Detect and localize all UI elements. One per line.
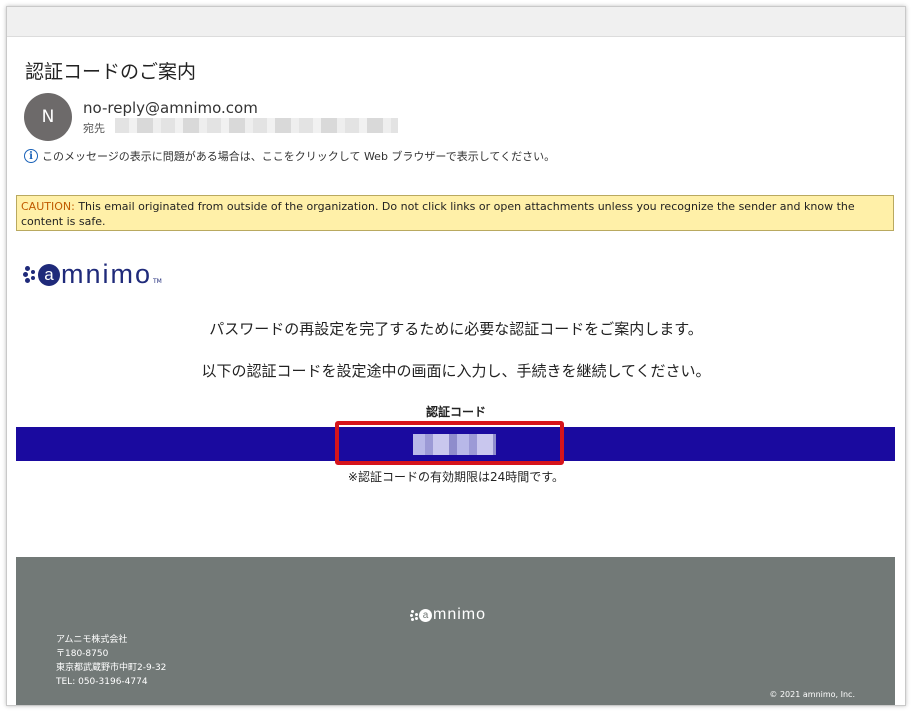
info-icon: i <box>24 149 38 163</box>
logo-letter-a: a <box>38 263 60 286</box>
amnimo-logo: a mnimo TM <box>23 259 162 290</box>
caution-banner: CAUTION: This email originated from outs… <box>16 195 894 231</box>
view-in-browser-notice[interactable]: i このメッセージの表示に問題がある場合は、ここをクリックして Web ブラウザ… <box>24 148 555 164</box>
recipient-redacted <box>115 118 398 133</box>
view-in-browser-text[interactable]: このメッセージの表示に問題がある場合は、ここをクリックして Web ブラウザーで… <box>42 148 555 164</box>
company-name: アムニモ株式会社 <box>56 635 128 645</box>
company-info: アムニモ株式会社 〒180-8750 東京都武蔵野市中町2-9-32 TEL: … <box>56 633 166 689</box>
message-line-1: パスワードの再設定を完了するために必要な認証コードをご案内します。 <box>209 320 703 338</box>
copyright: © 2021 amnimo, Inc. <box>769 690 855 699</box>
footer-logo: a mnimo <box>410 606 486 624</box>
window-toolbar <box>7 7 905 37</box>
footer-logo-wordmark: mnimo <box>433 606 487 623</box>
recipient-label: 宛先 <box>83 122 105 135</box>
message-line-2: 以下の認証コードを設定途中の画面に入力し、手続きを継続してください。 <box>201 362 711 380</box>
sender-avatar[interactable]: N <box>24 93 72 141</box>
logo-wordmark: mnimo <box>61 259 153 289</box>
email-window: 認証コードのご案内 N no-reply@amnimo.com 宛先 i このメ… <box>6 6 906 706</box>
highlight-box <box>335 421 564 465</box>
validity-note: ※認証コードの有効期限は24時間です。 <box>347 470 565 484</box>
sender-address[interactable]: no-reply@amnimo.com <box>83 99 258 117</box>
company-postal: 〒180-8750 <box>56 649 109 659</box>
caution-label: CAUTION: <box>21 200 75 213</box>
email-subject: 認証コードのご案内 <box>25 61 197 83</box>
logo-trademark: TM <box>153 278 162 285</box>
verification-code-label: 認証コード <box>425 405 486 419</box>
footer-logo-letter-a: a <box>419 608 432 622</box>
company-address: 東京都武蔵野市中町2-9-32 <box>56 663 167 673</box>
footer-logo-dots-icon <box>410 607 418 623</box>
email-footer: a mnimo アムニモ株式会社 〒180-8750 東京都武蔵野市中町2-9-… <box>16 557 895 705</box>
caution-text: This email originated from outside of th… <box>21 200 855 228</box>
logo-dots-icon <box>23 261 37 289</box>
company-tel: TEL: 050-3196-4774 <box>56 677 148 687</box>
